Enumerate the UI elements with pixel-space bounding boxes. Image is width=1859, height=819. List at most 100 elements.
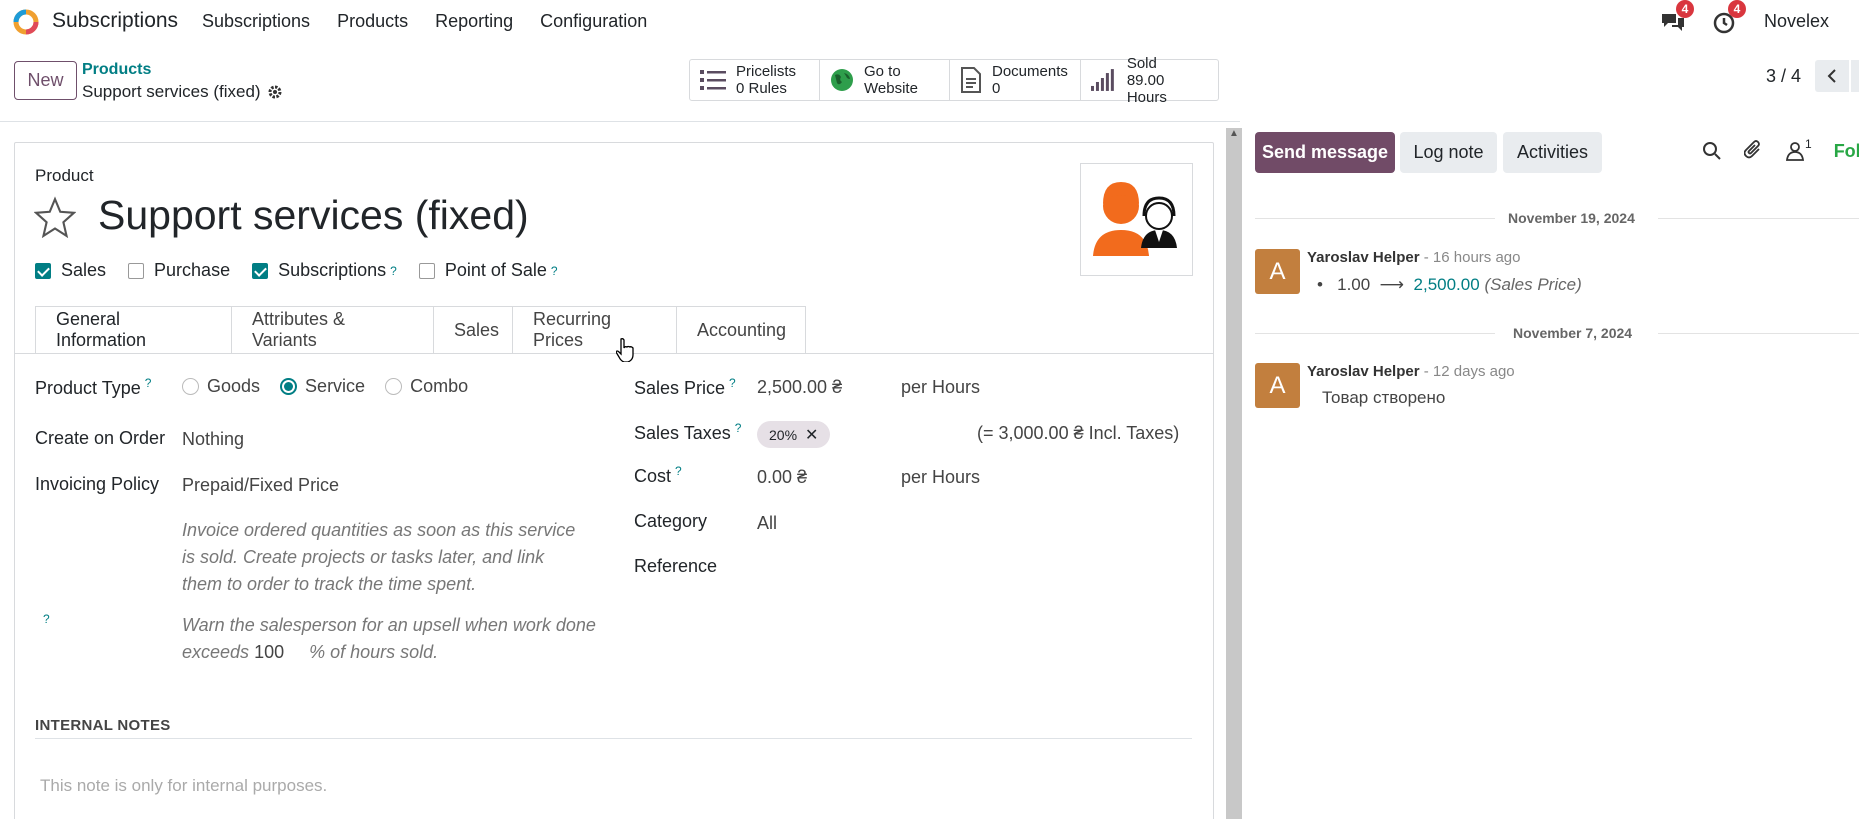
internal-notes-title: INTERNAL NOTES <box>35 717 171 734</box>
tab-accounting[interactable]: Accounting <box>677 306 806 354</box>
radio-combo-dot[interactable] <box>385 378 403 395</box>
log-note-button[interactable]: Log note <box>1400 132 1497 173</box>
product-type-label-text: Product Type <box>35 378 141 398</box>
list-icon <box>700 70 726 90</box>
reference-label: Reference <box>634 556 718 576</box>
search-icon[interactable] <box>1702 141 1722 161</box>
avatar[interactable]: A <box>1255 249 1300 294</box>
app-name[interactable]: Subscriptions <box>52 9 178 33</box>
radio-goods[interactable]: Goods <box>182 376 260 397</box>
purchase-check-box[interactable] <box>128 262 145 279</box>
cost-help-icon[interactable]: ? <box>675 464 682 478</box>
radio-service-dot[interactable] <box>280 378 298 395</box>
category-label: Category <box>634 511 708 531</box>
pos-check-label: Point of Sale <box>444 260 547 280</box>
documents-smart-button[interactable]: Documents 0 <box>950 60 1081 100</box>
sales-price-uom: per Hours <box>901 377 981 397</box>
radio-goods-dot[interactable] <box>182 378 199 395</box>
purchase-checkbox[interactable]: Purchase <box>128 260 230 281</box>
radio-service[interactable]: Service <box>280 376 365 397</box>
pager-next-button[interactable] <box>1851 60 1859 92</box>
breadcrumb-current: Support services (fixed) <box>82 82 283 102</box>
internal-notes-field[interactable]: This note is only for internal purposes. <box>40 776 327 796</box>
new-button[interactable]: New <box>14 61 77 100</box>
sold-label: Sold <box>1126 54 1157 72</box>
tabs-divider <box>14 353 1214 354</box>
sales-price-label: Sales Price? <box>634 376 736 399</box>
activities-button-chatter[interactable]: Activities <box>1503 132 1602 173</box>
product-name-field[interactable]: Support services (fixed) <box>98 192 529 239</box>
tab-general-information[interactable]: General Information <box>35 306 232 354</box>
pager-value[interactable]: 3 / 4 <box>1766 66 1801 87</box>
subscriptions-check-box[interactable] <box>252 262 269 279</box>
cost-label: Cost? <box>634 464 682 487</box>
message-author-name[interactable]: Yaroslav Helper <box>1307 363 1420 380</box>
pricelists-label: Pricelists <box>736 63 797 80</box>
invoicing-policy-field[interactable]: Prepaid/Fixed Price <box>182 475 339 496</box>
tab-recurring-prices[interactable]: Recurring Prices <box>513 306 677 354</box>
gear-icon[interactable] <box>267 84 283 100</box>
radio-combo-label: Combo <box>410 376 469 396</box>
company-switcher[interactable]: Novelex <box>1764 11 1829 32</box>
breadcrumb-products[interactable]: Products <box>82 61 151 79</box>
pos-checkbox[interactable]: Point of Sale? <box>418 260 558 281</box>
category-field[interactable]: All <box>757 513 777 534</box>
tax-tag-remove-icon[interactable]: ✕ <box>805 425 818 445</box>
product-type-help-icon[interactable]: ? <box>145 376 152 390</box>
internal-notes-divider <box>35 738 1192 739</box>
menu-reporting[interactable]: Reporting <box>435 11 513 32</box>
pricelists-smart-button[interactable]: Pricelists 0 Rules <box>690 60 820 100</box>
product-image[interactable] <box>1080 163 1193 276</box>
followers-button[interactable]: 1 <box>1786 137 1812 161</box>
activities-button[interactable]: 4 <box>1712 0 1746 36</box>
radio-combo[interactable]: Combo <box>385 376 468 397</box>
send-message-button[interactable]: Send message <box>1255 132 1395 173</box>
paperclip-icon[interactable] <box>1744 140 1764 162</box>
form-scrollbar[interactable] <box>1226 128 1242 819</box>
cost-field[interactable]: 0.00 ₴ <box>757 467 807 488</box>
menu-configuration[interactable]: Configuration <box>540 11 647 32</box>
upsell-threshold-field[interactable]: 100 <box>254 639 304 666</box>
sales-price-field[interactable]: 2,500.00 ₴ <box>757 377 842 398</box>
subscriptions-help-icon[interactable]: ? <box>390 264 397 278</box>
message-author[interactable]: Yaroslav Helper - 16 hours ago <box>1307 249 1520 266</box>
pos-help-icon[interactable]: ? <box>551 264 558 278</box>
documents-value: 0 <box>992 80 1001 97</box>
odoo-logo-icon[interactable] <box>12 8 40 36</box>
date-separator-line <box>1658 218 1859 219</box>
website-smart-button[interactable]: Go to Website <box>820 60 950 100</box>
scroll-up-arrow[interactable]: ▲ <box>1229 128 1239 139</box>
sales-taxes-help-icon[interactable]: ? <box>735 421 742 435</box>
upsell-help-line1: Warn the salesperson for an upsell when … <box>182 615 596 635</box>
tab-sales[interactable]: Sales <box>434 306 513 354</box>
cost-label-text: Cost <box>634 466 672 486</box>
cost-uom: per Hours <box>901 467 981 487</box>
control-panel-divider <box>0 121 1240 122</box>
avatar[interactable]: A <box>1255 363 1300 408</box>
tax-tag-label: 20% <box>769 426 798 443</box>
menu-products[interactable]: Products <box>337 11 408 32</box>
sales-check-box[interactable] <box>35 262 51 279</box>
sold-smart-button[interactable]: Sold 89.00 Hours <box>1081 55 1218 106</box>
messages-button[interactable]: 4 <box>1660 0 1694 36</box>
date-separator-line <box>1255 333 1495 334</box>
create-on-order-field[interactable]: Nothing <box>182 429 244 450</box>
sales-taxes-label-text: Sales Taxes <box>634 423 731 443</box>
favorite-star-icon[interactable] <box>34 196 76 238</box>
purchase-check-label: Purchase <box>154 260 231 280</box>
subscriptions-checkbox[interactable]: Subscriptions? <box>252 260 397 281</box>
upsell-help-icon[interactable]: ? <box>43 612 50 626</box>
sales-checkbox[interactable]: Sales <box>35 260 106 281</box>
smart-buttons: Pricelists 0 Rules Go to Website Documents… <box>689 55 1219 106</box>
document-icon <box>961 67 981 93</box>
follow-button[interactable]: Follow <box>1834 141 1859 162</box>
tab-attributes-variants[interactable]: Attributes & Variants <box>232 306 434 354</box>
pager-previous-button[interactable] <box>1815 60 1849 92</box>
radio-goods-label: Goods <box>207 376 261 396</box>
menu-subscriptions[interactable]: Subscriptions <box>202 11 310 32</box>
message-author-name[interactable]: Yaroslav Helper <box>1307 249 1420 266</box>
pos-check-box[interactable] <box>418 262 435 279</box>
message-author[interactable]: Yaroslav Helper - 12 days ago <box>1307 363 1515 380</box>
sales-price-help-icon[interactable]: ? <box>729 376 736 390</box>
tax-tag[interactable]: 20% ✕ <box>757 421 831 448</box>
